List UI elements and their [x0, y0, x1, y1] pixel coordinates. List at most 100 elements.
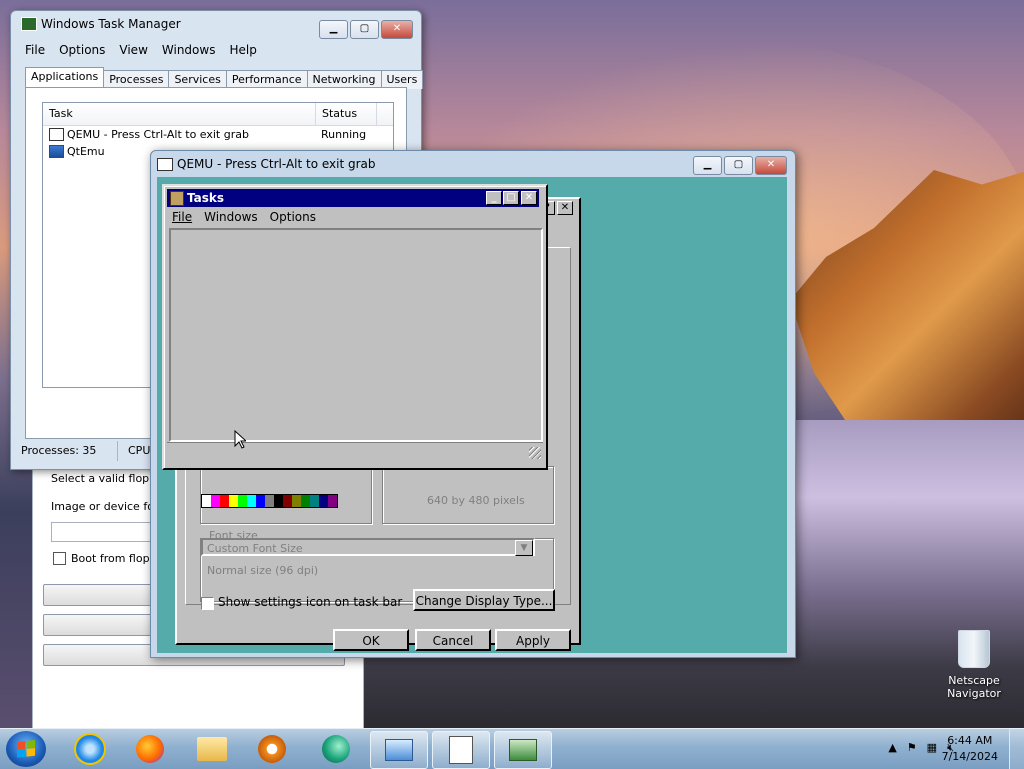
windows-logo-icon	[17, 740, 35, 758]
desktop-icon-netscape[interactable]: Netscape Navigator	[944, 630, 1004, 700]
desktop-icon-label: Netscape Navigator	[947, 674, 1001, 700]
qemu-titlebar[interactable]: QEMU - Press Ctrl-Alt to exit grab ▁ ▢ ✕	[151, 151, 795, 177]
task-manager-icon	[509, 739, 537, 761]
tasks-menu-file[interactable]: File	[172, 210, 192, 224]
folder-icon	[197, 737, 227, 761]
window-icon	[49, 128, 64, 141]
resize-grip-icon[interactable]	[529, 447, 541, 459]
task-name: QtEmu	[67, 145, 105, 158]
taskbar-qemu-window[interactable]	[370, 731, 428, 769]
tasks-close-button[interactable]: ✕	[521, 191, 537, 205]
palette-swatch	[202, 495, 211, 507]
tasks-menu-windows[interactable]: Windows	[204, 210, 258, 224]
task-manager-title: Windows Task Manager	[41, 17, 181, 31]
internet-explorer-icon	[74, 733, 106, 765]
qemu-close-button[interactable]: ✕	[755, 156, 787, 175]
chevron-down-icon[interactable]: ▼	[515, 540, 533, 556]
qemu-title: QEMU - Press Ctrl-Alt to exit grab	[177, 157, 376, 171]
taskbar-internet-explorer[interactable]	[62, 731, 118, 767]
palette-swatch	[319, 495, 328, 507]
task-manager-icon	[21, 17, 37, 31]
show-hidden-icons-icon[interactable]: ▲	[888, 741, 896, 755]
font-size-note: Normal size (96 dpi)	[207, 564, 319, 577]
palette-swatch	[292, 495, 301, 507]
palette-swatch	[310, 495, 319, 507]
taskbar-qtemu[interactable]	[308, 731, 364, 767]
taskbar-media-player[interactable]	[244, 731, 300, 767]
mouse-cursor-icon	[234, 430, 246, 449]
document-icon	[449, 736, 473, 764]
processes-count: Processes: 35	[11, 441, 118, 461]
minimize-button[interactable]: ▁	[319, 20, 348, 39]
tasks-maximize-button[interactable]: □	[503, 191, 519, 205]
qemu-minimize-button[interactable]: ▁	[693, 156, 722, 175]
palette-swatch	[238, 495, 247, 507]
image-device-input[interactable]	[51, 522, 163, 542]
tasks-menubar: File Windows Options	[172, 210, 316, 224]
media-player-icon	[258, 735, 286, 763]
qtemu-icon	[322, 735, 350, 763]
clock-time: 6:44 AM	[947, 734, 993, 747]
palette-swatch	[283, 495, 292, 507]
dialog-close-button[interactable]: ✕	[557, 201, 573, 215]
taskbar-explorer[interactable]	[184, 731, 240, 767]
palette-swatch	[328, 495, 337, 507]
color-palette	[201, 494, 338, 508]
task-name: QEMU - Press Ctrl-Alt to exit grab	[67, 128, 249, 141]
menu-options[interactable]: Options	[59, 41, 105, 59]
show-desktop-button[interactable]	[1009, 729, 1024, 769]
tasks-statusbar	[167, 442, 543, 461]
taskbar: ▲ ⚑ ▦ 🔇︎ 6:44 AM 7/14/2024	[0, 728, 1024, 769]
boot-floppy-checkbox[interactable]	[53, 552, 66, 565]
cancel-button[interactable]: Cancel	[415, 629, 491, 651]
qemu-icon	[157, 158, 173, 171]
qemu-maximize-button[interactable]: ▢	[724, 156, 753, 175]
palette-swatch	[229, 495, 238, 507]
ok-button[interactable]: OK	[333, 629, 409, 651]
qtemu-icon	[49, 145, 64, 158]
tasks-minimize-button[interactable]: _	[486, 191, 502, 205]
apply-button[interactable]: Apply	[495, 629, 571, 651]
palette-swatch	[247, 495, 256, 507]
action-center-flag-icon[interactable]: ⚑	[907, 741, 917, 755]
tasks-window: Tasks _ □ ✕ File Windows Options	[162, 184, 548, 470]
taskbar-document[interactable]	[432, 731, 490, 769]
font-size-select[interactable]: Custom Font Size ▼	[201, 538, 535, 556]
task-manager-titlebar[interactable]: Windows Task Manager ▁ ▢ ✕	[11, 11, 421, 39]
start-button[interactable]	[6, 731, 46, 767]
image-device-label: Image or device for	[51, 500, 159, 513]
task-manager-menubar: File Options View Windows Help	[11, 39, 421, 61]
show-settings-checkbox[interactable]	[201, 597, 214, 610]
tasks-titlebar[interactable]: Tasks _ □ ✕	[167, 189, 539, 207]
show-settings-label: Show settings icon on task bar	[218, 595, 403, 609]
network-icon[interactable]: ▦	[927, 741, 937, 755]
palette-swatch	[274, 495, 283, 507]
taskbar-firefox[interactable]	[122, 731, 178, 767]
close-button[interactable]: ✕	[381, 20, 413, 39]
palette-swatch	[256, 495, 265, 507]
menu-view[interactable]: View	[119, 41, 147, 59]
table-row[interactable]: QEMU - Press Ctrl-Alt to exit grab Runni…	[43, 126, 393, 143]
maximize-button[interactable]: ▢	[350, 20, 379, 39]
menu-windows[interactable]: Windows	[162, 41, 216, 59]
clock-date: 7/14/2024	[941, 750, 998, 763]
palette-swatch	[265, 495, 274, 507]
column-status[interactable]: Status	[316, 103, 377, 125]
menu-help[interactable]: Help	[229, 41, 256, 59]
firefox-icon	[136, 735, 164, 763]
palette-swatch	[211, 495, 220, 507]
floppy-select-label: Select a valid floppy	[51, 472, 163, 485]
tasks-client-area[interactable]	[169, 228, 543, 442]
task-status: Running	[321, 128, 367, 141]
clock[interactable]: 6:44 AM 7/14/2024	[942, 733, 998, 765]
tasks-icon	[170, 191, 184, 206]
recycle-bin-icon	[958, 630, 990, 668]
taskbar-task-manager[interactable]	[494, 731, 552, 769]
column-task[interactable]: Task	[43, 103, 316, 125]
palette-swatch	[220, 495, 229, 507]
change-display-type-button[interactable]: Change Display Type...	[413, 589, 555, 611]
menu-file[interactable]: File	[25, 41, 45, 59]
font-size-value: Custom Font Size	[207, 542, 303, 555]
display-window-icon	[385, 739, 413, 761]
tasks-menu-options[interactable]: Options	[270, 210, 316, 224]
